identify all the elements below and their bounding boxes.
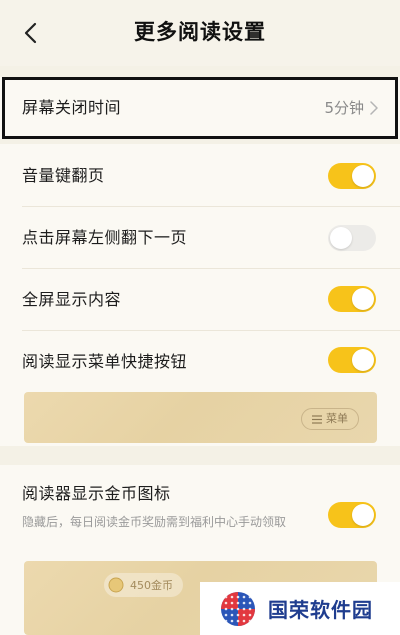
watermark: 国荣软件园 bbox=[200, 582, 400, 635]
setting-row-fullscreen[interactable]: 全屏显示内容 bbox=[0, 268, 400, 332]
coin-icon bbox=[108, 577, 124, 593]
header: 更多阅读设置 bbox=[0, 0, 400, 66]
menu-shortcut-toggle[interactable] bbox=[328, 347, 376, 373]
menu-lines-icon bbox=[312, 414, 322, 424]
coin-pill-label: 450金币 bbox=[130, 579, 173, 592]
toggle-knob bbox=[352, 504, 374, 526]
coin-icon-toggle[interactable] bbox=[328, 502, 376, 528]
setting-description: 隐藏后，每日阅读金币奖励需到福利中心手动领取 bbox=[22, 515, 287, 529]
setting-row-volume-key[interactable]: 音量键翻页 bbox=[0, 144, 400, 208]
menu-pill: 菜单 bbox=[301, 408, 359, 430]
setting-label: 阅读器显示金币图标 bbox=[22, 484, 171, 503]
globe-logo-icon bbox=[221, 591, 255, 626]
fullscreen-toggle[interactable] bbox=[328, 286, 376, 312]
volume-key-toggle[interactable] bbox=[328, 163, 376, 189]
page-title: 更多阅读设置 bbox=[134, 20, 266, 44]
coin-pill: 450金币 bbox=[104, 573, 183, 597]
watermark-text: 国荣软件园 bbox=[268, 598, 373, 622]
setting-label: 点击屏幕左侧翻下一页 bbox=[22, 228, 188, 247]
tap-left-toggle[interactable] bbox=[328, 225, 376, 251]
highlight-box bbox=[2, 77, 398, 139]
menu-pill-label: 菜单 bbox=[326, 412, 348, 425]
setting-label: 阅读显示菜单快捷按钮 bbox=[22, 352, 188, 371]
menu-preview-image: 菜单 bbox=[24, 392, 377, 443]
toggle-knob bbox=[352, 288, 374, 310]
setting-row-coin-icon[interactable]: 阅读器显示金币图标 bbox=[0, 470, 400, 528]
setting-label: 音量键翻页 bbox=[22, 166, 105, 185]
setting-label: 全屏显示内容 bbox=[22, 290, 122, 309]
setting-row-menu-shortcut[interactable]: 阅读显示菜单快捷按钮 bbox=[0, 330, 400, 394]
toggle-knob bbox=[352, 349, 374, 371]
toggle-knob bbox=[352, 165, 374, 187]
setting-row-tap-left[interactable]: 点击屏幕左侧翻下一页 bbox=[0, 206, 400, 270]
toggle-knob bbox=[330, 227, 352, 249]
